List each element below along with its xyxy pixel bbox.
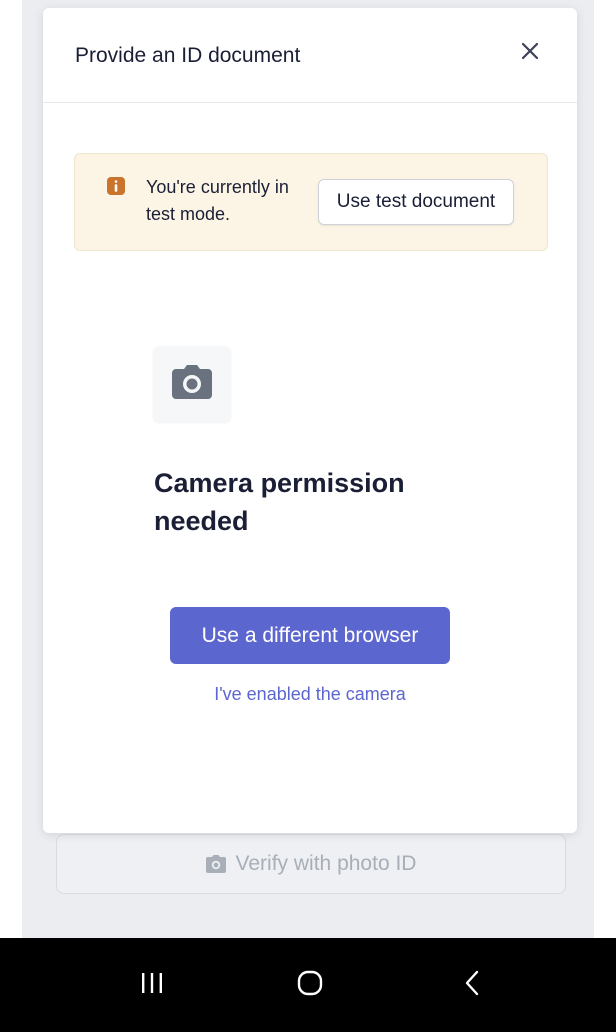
recent-apps-icon bbox=[140, 972, 164, 999]
id-document-modal: Provide an ID document You're currently … bbox=[43, 8, 577, 833]
enabled-camera-link[interactable]: I've enabled the camera bbox=[43, 684, 577, 705]
close-button[interactable] bbox=[513, 36, 547, 70]
close-icon bbox=[521, 42, 539, 65]
test-mode-message: You're currently in test mode. bbox=[146, 177, 289, 224]
modal-title: Provide an ID document bbox=[75, 44, 301, 67]
camera-icon bbox=[172, 364, 212, 404]
back-icon bbox=[464, 970, 480, 1001]
home-icon bbox=[297, 970, 323, 1001]
camera-tile bbox=[153, 346, 231, 422]
screen: Verify with photo ID Provide an ID docum… bbox=[0, 0, 616, 1032]
use-test-document-button[interactable]: Use test document bbox=[318, 179, 514, 225]
verify-button-label: Verify with photo ID bbox=[235, 852, 417, 875]
back-button[interactable] bbox=[427, 938, 517, 1032]
camera-permission-heading: Camera permission needed bbox=[154, 468, 405, 536]
test-mode-banner: You're currently in test mode. Use test … bbox=[74, 153, 548, 251]
verify-with-photo-id-button: Verify with photo ID bbox=[56, 834, 566, 894]
android-nav-bar bbox=[0, 938, 616, 1032]
use-different-browser-button[interactable]: Use a different browser bbox=[170, 607, 450, 664]
home-button[interactable] bbox=[265, 938, 355, 1032]
camera-icon bbox=[205, 855, 226, 873]
recent-apps-button[interactable] bbox=[107, 938, 197, 1032]
info-icon bbox=[107, 177, 125, 200]
modal-header: Provide an ID document bbox=[43, 8, 577, 103]
